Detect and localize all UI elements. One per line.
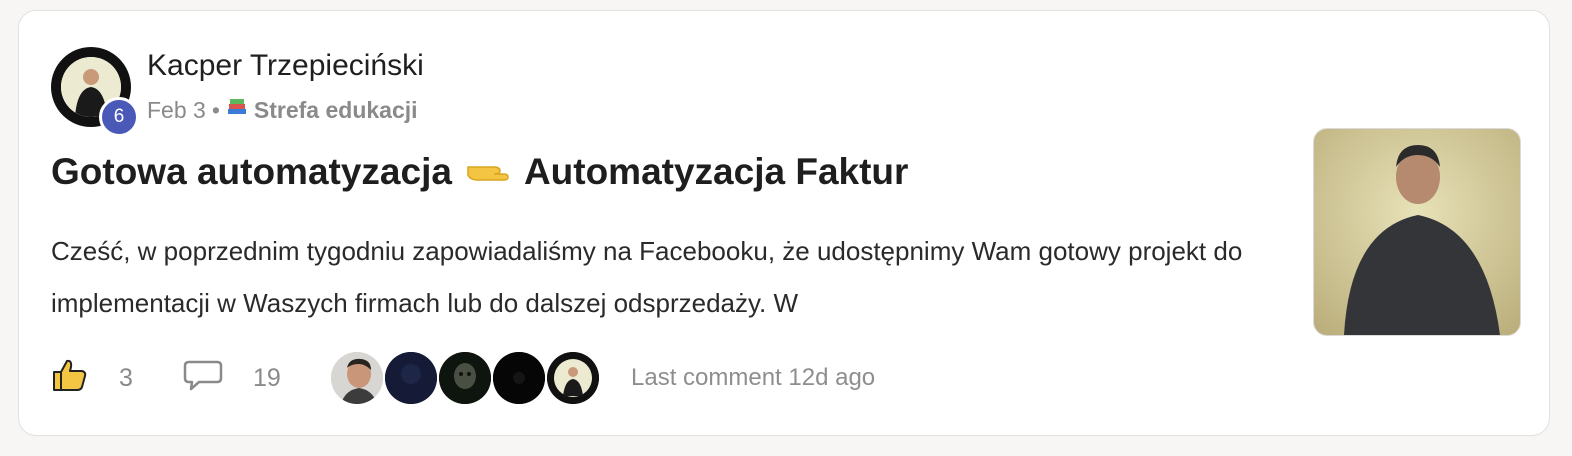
pointing-right-icon [464, 156, 512, 188]
meta-separator: • [211, 96, 220, 123]
last-comment-time: Last comment 12d ago [631, 364, 876, 391]
post-title[interactable]: Gotowa automatyzacja Automatyzacja Faktu… [51, 151, 908, 193]
category-link[interactable]: Strefa edukacji [254, 97, 418, 124]
recent-commenters [331, 352, 601, 404]
post-date[interactable]: Feb 3 [147, 97, 206, 124]
post-thumbnail[interactable] [1313, 128, 1521, 336]
post-meta: Feb 3 • Strefa edukacji [147, 96, 418, 124]
comment-icon[interactable] [183, 358, 223, 399]
post-footer: 3 19 Last comment 12d ago [51, 349, 875, 407]
like-icon[interactable] [51, 357, 89, 400]
like-stat: 3 [51, 357, 183, 400]
commenter-avatar[interactable] [439, 352, 491, 404]
commenter-avatar[interactable] [331, 352, 383, 404]
commenter-avatar[interactable] [385, 352, 437, 404]
post-excerpt[interactable]: Cześć, w poprzednim tygodniu zapowiadali… [51, 225, 1271, 329]
like-count: 3 [119, 363, 133, 392]
post-title-part1: Gotowa automatyzacja [51, 151, 452, 192]
thumbnail-image [1314, 129, 1520, 335]
level-badge: 6 [99, 97, 139, 137]
comment-count: 19 [253, 363, 281, 392]
books-icon [226, 96, 248, 124]
comment-stat[interactable]: 19 [183, 358, 331, 399]
author-name[interactable]: Kacper Trzepieciński [147, 49, 424, 83]
commenter-avatar[interactable] [493, 352, 545, 404]
post-card[interactable]: 6 Kacper Trzepieciński Feb 3 • Strefa ed… [18, 10, 1550, 436]
commenter-avatar[interactable] [547, 352, 599, 404]
post-title-part2: Automatyzacja Faktur [523, 151, 909, 192]
